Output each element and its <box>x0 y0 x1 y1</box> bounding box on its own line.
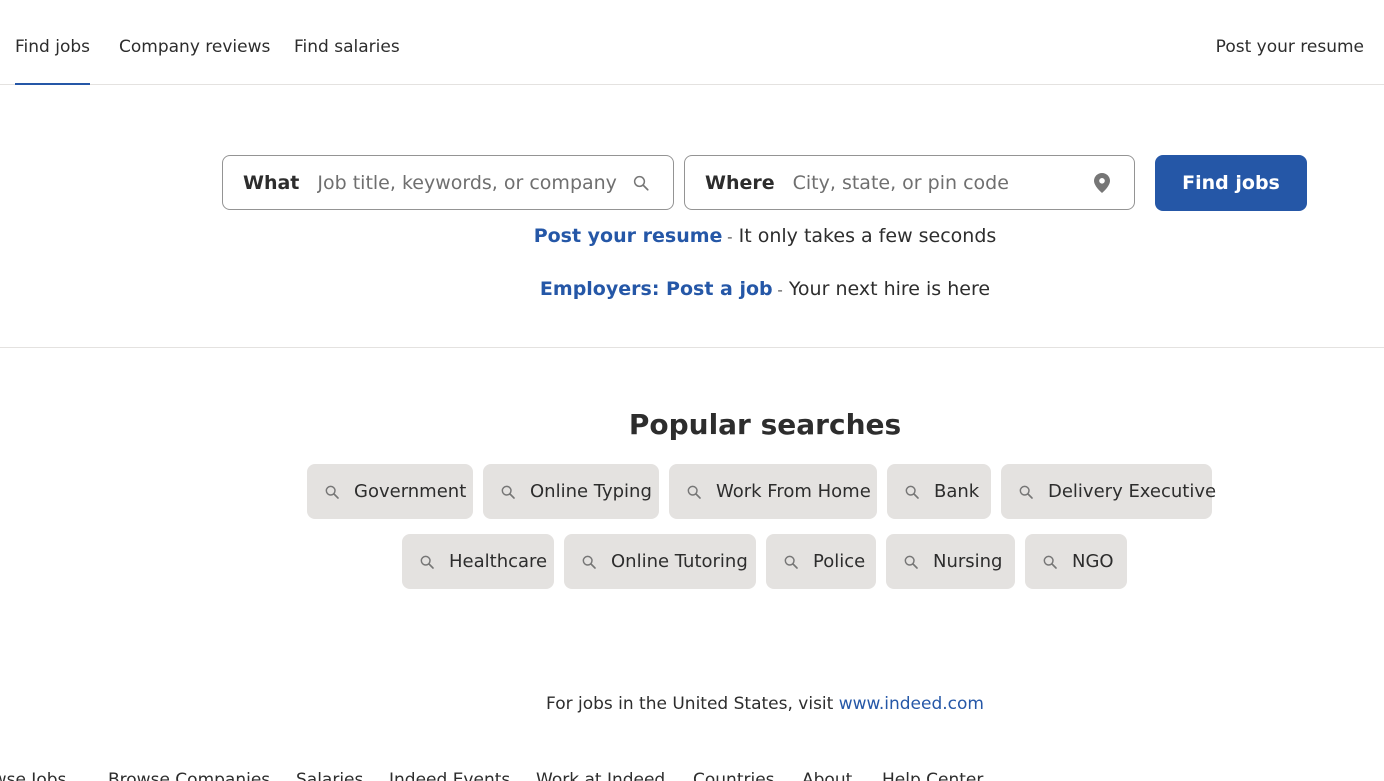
employers-text: Your next hire is here <box>782 278 991 300</box>
popular-searches-title: Popular searches <box>628 408 902 441</box>
footer-link-browse-jobs[interactable]: Browse Jobs <box>0 770 66 781</box>
nav-find-jobs[interactable]: Find jobs <box>15 0 91 85</box>
chip-label: Nursing <box>933 551 1003 572</box>
what-input[interactable] <box>317 171 629 194</box>
where-label: Where <box>705 171 775 194</box>
footer-link-about[interactable]: About <box>802 770 852 781</box>
search-icon <box>581 554 597 570</box>
search-icon <box>1018 484 1034 500</box>
popular-search-chip[interactable]: Work From Home <box>669 464 877 519</box>
popular-search-chip[interactable]: Nursing <box>886 534 1015 589</box>
popular-search-chip[interactable]: Police <box>766 534 876 589</box>
where-input[interactable] <box>792 171 1090 194</box>
footer-link-indeed-events[interactable]: Indeed Events <box>389 770 510 781</box>
promo-separator: - <box>722 228 733 246</box>
chip-label: Online Typing <box>530 481 652 502</box>
search-icon <box>629 171 653 195</box>
employers-post-job-link[interactable]: Employers: Post a job <box>540 278 773 300</box>
footer-links: Browse Jobs Browse Companies Salaries In… <box>0 770 1384 781</box>
us-jobs-note: For jobs in the United States, visit www… <box>0 694 1384 714</box>
footer-link-help-center[interactable]: Help Center <box>882 770 983 781</box>
post-resume-promo: Post your resume - It only takes a few s… <box>0 225 1384 247</box>
search-icon <box>1042 554 1058 570</box>
footer-link-salaries[interactable]: Salaries <box>296 770 363 781</box>
footer-link-browse-companies[interactable]: Browse Companies <box>108 770 270 781</box>
popular-search-chip[interactable]: Online Tutoring <box>564 534 756 589</box>
search-icon <box>903 554 919 570</box>
location-pin-icon <box>1090 171 1114 195</box>
chip-label: NGO <box>1072 551 1114 572</box>
popular-search-chip[interactable]: NGO <box>1025 534 1127 589</box>
popular-search-chip[interactable]: Government <box>307 464 473 519</box>
top-navigation: Find jobs Company reviews Find salaries … <box>0 0 1384 85</box>
search-icon <box>904 484 920 500</box>
promo-separator: - <box>772 281 783 299</box>
chip-label: Online Tutoring <box>611 551 748 572</box>
footer-link-work-at-indeed[interactable]: Work at Indeed <box>536 770 665 781</box>
popular-search-chip[interactable]: Bank <box>887 464 991 519</box>
indeed-com-link[interactable]: www.indeed.com <box>839 694 984 714</box>
chip-label: Police <box>813 551 866 572</box>
nav-find-salaries[interactable]: Find salaries <box>294 0 400 84</box>
us-note-text: For jobs in the United States, visit <box>546 694 839 714</box>
chip-label: Bank <box>934 481 980 502</box>
search-icon <box>419 554 435 570</box>
post-resume-text: It only takes a few seconds <box>732 225 997 247</box>
popular-search-chip[interactable]: Online Typing <box>483 464 659 519</box>
where-search-field[interactable]: Where <box>684 155 1135 210</box>
chip-label: Government <box>354 481 467 502</box>
nav-company-reviews[interactable]: Company reviews <box>119 0 270 84</box>
employers-promo: Employers: Post a job - Your next hire i… <box>0 278 1384 300</box>
popular-search-chip[interactable]: Healthcare <box>402 534 554 589</box>
chip-label: Work From Home <box>716 481 871 502</box>
chip-label: Healthcare <box>449 551 548 572</box>
find-jobs-button[interactable]: Find jobs <box>1155 155 1307 211</box>
search-icon <box>783 554 799 570</box>
footer-link-countries[interactable]: Countries <box>693 770 775 781</box>
post-resume-link[interactable]: Post your resume <box>534 225 723 247</box>
search-icon <box>500 484 516 500</box>
nav-post-resume[interactable]: Post your resume <box>1216 0 1364 84</box>
section-divider <box>0 347 1384 348</box>
chip-label: Delivery Executive <box>1048 481 1217 502</box>
what-label: What <box>243 171 300 194</box>
what-search-field[interactable]: What <box>222 155 674 210</box>
popular-search-chip[interactable]: Delivery Executive <box>1001 464 1216 519</box>
search-icon <box>324 484 340 500</box>
search-icon <box>686 484 702 500</box>
